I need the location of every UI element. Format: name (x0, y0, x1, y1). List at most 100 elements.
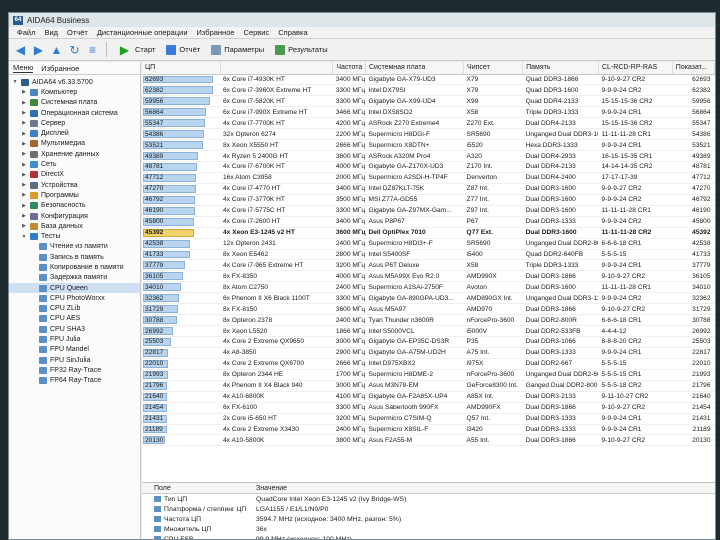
table-row[interactable]: 36105 8x FX-8350 4000 МГц Asus M5A99X Evo R… (142, 270, 715, 283)
sidebar-item[interactable]: CPU AES (9, 314, 140, 324)
details-row[interactable]: Тип ЦП QuadCore Intel Xeon E3-1245 v2 (Iv… (142, 494, 715, 504)
menu-item[interactable]: Вид (44, 28, 58, 37)
table-row[interactable]: 62693 6x Core i7-4930K HT 3400 МГц Gigabyte… (142, 74, 715, 86)
table-row[interactable]: 21454 6x FX-6100 3300 МГц Asus Sabertooth 9… (142, 402, 715, 414)
start-button[interactable]: ▶ Старт (113, 40, 159, 59)
sidebar-item[interactable]: ▼ Тесты (9, 231, 140, 241)
sidebar-item[interactable]: CPU ZLib (9, 304, 140, 314)
details-header-value[interactable]: Значение (252, 485, 287, 492)
table-row[interactable]: 21796 4x Phenom II X4 Black 940 3000 МГц As… (142, 380, 715, 392)
column-header-result[interactable]: Показат... (672, 62, 715, 75)
sidebar-item[interactable]: ▶ Системная плата (9, 98, 140, 108)
table-row[interactable]: 53521 8x Xeon X5550 HT 2666 МГц Supermicro … (142, 139, 715, 152)
menu-item[interactable]: Файл (17, 28, 35, 37)
sidebar-item[interactable]: ▶ База данных (9, 221, 140, 231)
column-header-motherboard[interactable]: Системная плата (365, 62, 465, 75)
sidebar-item[interactable]: ▶ DirectX (9, 170, 140, 180)
sidebar-item[interactable]: FP64 Ray-Trace (9, 376, 140, 386)
forward-arrow-icon[interactable]: ▶ (31, 42, 46, 57)
table-row[interactable]: 21431 2x Core i5-650 HT 3200 МГц Supermicro… (142, 413, 715, 425)
sidebar-item[interactable]: CPU SHA3 (9, 324, 140, 334)
table-row[interactable]: 47712 16x Atom C3958 2000 МГц Supermicro A2… (142, 172, 715, 184)
chart-icon[interactable]: ≡ (85, 42, 100, 57)
column-header-score[interactable]: ЦП (142, 62, 221, 75)
table-row[interactable]: 25503 4x Core 2 Extreme QX9650 3000 МГц Gig… (142, 336, 715, 348)
table-row[interactable]: 45800 4x Core i7-2600 HT 3400 МГц Asus P8P6… (142, 216, 715, 228)
params-button[interactable]: Параметры (207, 43, 268, 57)
back-arrow-icon[interactable]: ◀ (13, 42, 28, 57)
sidebar-item[interactable]: ▶ Устройства (9, 180, 140, 190)
sidebar-item[interactable]: FP32 Ray-Trace (9, 365, 140, 375)
details-row[interactable]: Множитель ЦП 36x (142, 524, 715, 534)
sidebar-item[interactable]: Задержка памяти (9, 273, 140, 283)
table-row[interactable]: 46190 4x Core i7-5775C HT 3300 МГц Gigabyte… (142, 205, 715, 217)
table-row[interactable]: 21189 4x Core 2 Extreme X3430 2400 МГц Supe… (142, 424, 715, 436)
column-header-chipset[interactable]: Чипсет (463, 62, 524, 75)
table-row[interactable]: 47270 4x Core i7-4770 HT 3400 МГц Intel DZ8… (142, 183, 715, 195)
table-row[interactable]: 48781 4x Core i7-6700K HT 4000 МГц Gigabyte… (142, 161, 715, 173)
sidebar-item[interactable]: Чтение из памяти (9, 242, 140, 252)
menu-item[interactable]: Дистанционные операции (97, 28, 188, 37)
details-row[interactable]: Частота ЦП 3594.7 MHz (исходное: 3400 MHz… (142, 514, 715, 524)
table-row[interactable]: 21640 4x A10-6800K 4100 МГц Gigabyte GA-F2A… (142, 391, 715, 403)
sidebar-item[interactable]: Запись в память (9, 252, 140, 262)
sidebar-item[interactable]: ▶ Сеть (9, 159, 140, 169)
table-row[interactable]: 54386 32x Opteron 6274 2200 МГц Supermicro … (142, 128, 715, 141)
table-row[interactable]: 56864 6x Core i7-990X Extreme HT 3466 МГц I… (142, 106, 715, 119)
results-button[interactable]: Результаты (271, 43, 332, 57)
details-header-field[interactable]: Поле (142, 485, 252, 492)
table-row[interactable]: 31729 8x FX-8150 3600 МГц Asus M5A97 AMD970 D… (142, 303, 715, 316)
table-row[interactable]: 49389 4x Ryzen 5 2400G HT 3600 МГц ASRock A… (142, 150, 715, 162)
report-button[interactable]: Отчёт (162, 43, 204, 57)
tab-menu[interactable]: Меню (13, 63, 34, 73)
table-row[interactable]: 22010 4x Core 2 Extreme QX6700 2666 МГц Int… (142, 358, 715, 370)
category-icon (30, 233, 38, 241)
benchmark-panel: ЦП Частота ... Системная плата Чипсет Па… (142, 62, 715, 539)
table-row[interactable]: 45392 4x Xeon E3-1245 v2 HT 3600 МГц Dell O… (142, 227, 715, 239)
menu-item[interactable]: Справка (278, 28, 307, 37)
table-row[interactable]: 42538 12x Opteron 2431 2400 МГц Supermicro … (142, 238, 715, 250)
table-row[interactable]: 34010 8x Atom C2750 2400 МГц Supermicro A1S… (142, 281, 715, 294)
menu-item[interactable]: Отчёт (67, 28, 88, 37)
sidebar-item[interactable]: ▶ Хранение данных (9, 149, 140, 159)
sidebar-item[interactable]: ▶ Программы (9, 190, 140, 200)
sidebar-item[interactable]: ▶ Безопасность (9, 201, 140, 211)
table-row[interactable]: 30788 8x Opteron 2378 2400 МГц Tyan Thunder… (142, 314, 715, 327)
sidebar-item[interactable]: ▼ AIDA64 v6.33.5700 (9, 77, 140, 87)
details-row[interactable]: CPU FSB 99.9 MHz (исходное: 100 MHz) (142, 534, 715, 539)
menu-item[interactable]: Сервис (244, 28, 270, 37)
sidebar-item[interactable]: ▶ Мультимедиа (9, 139, 140, 149)
column-header-cpu[interactable] (220, 62, 334, 75)
sidebar-item[interactable]: ▶ Дисплей (9, 128, 140, 138)
tab-favorites[interactable]: Избранное (41, 64, 79, 73)
table-row[interactable]: 59956 6x Core i7-5820K HT 3300 МГц Gigabyte… (142, 95, 715, 108)
sidebar-item[interactable]: FPU SinJulia (9, 355, 140, 365)
sidebar-item[interactable]: ▶ Операционная система (9, 108, 140, 118)
table-row[interactable]: 22817 4x A8-3850 2900 МГц Gigabyte GA-A75M-… (142, 347, 715, 359)
table-row[interactable]: 26992 8x Xeon L5520 1866 МГц Intel S5000VCL… (142, 325, 715, 337)
table-row[interactable]: 46792 4x Core i7-3770K HT 3500 МГц MSI Z77A… (142, 194, 715, 206)
column-header-frequency[interactable]: Частота ... (332, 62, 366, 75)
sidebar-item[interactable]: CPU Queen (9, 282, 140, 294)
sidebar-item[interactable]: CPU PhotoWorxx (9, 293, 140, 303)
table-row[interactable]: 32362 6x Phenom II X6 Black 1100T 3300 МГц… (142, 292, 715, 305)
details-row[interactable]: Платформа / степпинг ЦП LGA1155 / E1/L1/N… (142, 504, 715, 514)
sidebar-item[interactable]: ▶ Сервер (9, 118, 140, 128)
table-row[interactable]: 21993 8x Opteron 2344 HE 1700 МГц Supermicr… (142, 369, 715, 381)
menu-item[interactable]: Избранное (197, 28, 235, 37)
column-header-timings[interactable]: CL-RCD-RP-RAS (598, 62, 673, 75)
memory-cell: Dual DDR3-1066 (522, 336, 599, 348)
sidebar-item[interactable]: Копирование в памяти (9, 262, 140, 272)
table-row[interactable]: 41733 8x Xeon E5462 2800 МГц Intel S5400SF i… (142, 249, 715, 261)
sidebar-item[interactable]: FPU Julia (9, 334, 140, 344)
up-arrow-icon[interactable]: ▲ (49, 42, 64, 57)
table-row[interactable]: 37779 4x Core i7-965 Extreme HT 3200 МГц As… (142, 259, 715, 272)
table-row[interactable]: 55347 4x Core i7-7700K HT 4200 МГц ASRock Z… (142, 117, 715, 130)
sidebar-item[interactable]: FPU Mandel (9, 345, 140, 355)
sidebar-item[interactable]: ▶ Компьютер (9, 87, 140, 97)
sidebar-item[interactable]: ▶ Конфигурация (9, 211, 140, 221)
table-row[interactable]: 20130 4x A10-5800K 3800 МГц Asus F2A55-M A55… (142, 434, 715, 447)
column-header-memory[interactable]: Память (522, 62, 599, 75)
table-row[interactable]: 62382 6x Core i7-3960X Extreme HT 3300 МГц… (142, 84, 715, 97)
refresh-icon[interactable]: ↻ (67, 42, 82, 57)
